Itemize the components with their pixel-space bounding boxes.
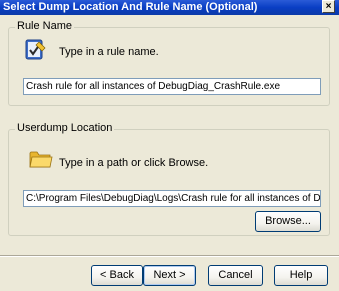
rule-name-group: Rule Name Type in a rule name. Crash rul… (8, 20, 330, 106)
rule-name-hint: Type in a rule name. (59, 46, 159, 58)
next-button[interactable]: Next > (143, 265, 196, 286)
close-icon: × (325, 1, 332, 12)
close-button[interactable]: × (322, 0, 335, 13)
userdump-location-hint: Type in a path or click Browse. (59, 157, 209, 169)
browse-button[interactable]: Browse... (255, 211, 321, 232)
title-bar: Select Dump Location And Rule Name (Opti… (0, 0, 339, 15)
folder-icon (29, 151, 53, 168)
userdump-location-legend: Userdump Location (15, 122, 115, 134)
window-title: Select Dump Location And Rule Name (Opti… (3, 1, 258, 13)
userdump-path-input[interactable]: C:\Program Files\DebugDiag\Logs\Crash ru… (23, 190, 321, 207)
help-button[interactable]: Help (274, 265, 328, 286)
back-button[interactable]: < Back (91, 265, 143, 286)
userdump-location-group: Userdump Location Type in a path or clic… (8, 122, 330, 236)
cancel-button[interactable]: Cancel (208, 265, 263, 286)
rename-icon (25, 39, 46, 60)
rule-name-legend: Rule Name (15, 20, 75, 32)
rule-name-input[interactable]: Crash rule for all instances of DebugDia… (23, 78, 321, 95)
footer-divider-highlight (0, 256, 339, 257)
